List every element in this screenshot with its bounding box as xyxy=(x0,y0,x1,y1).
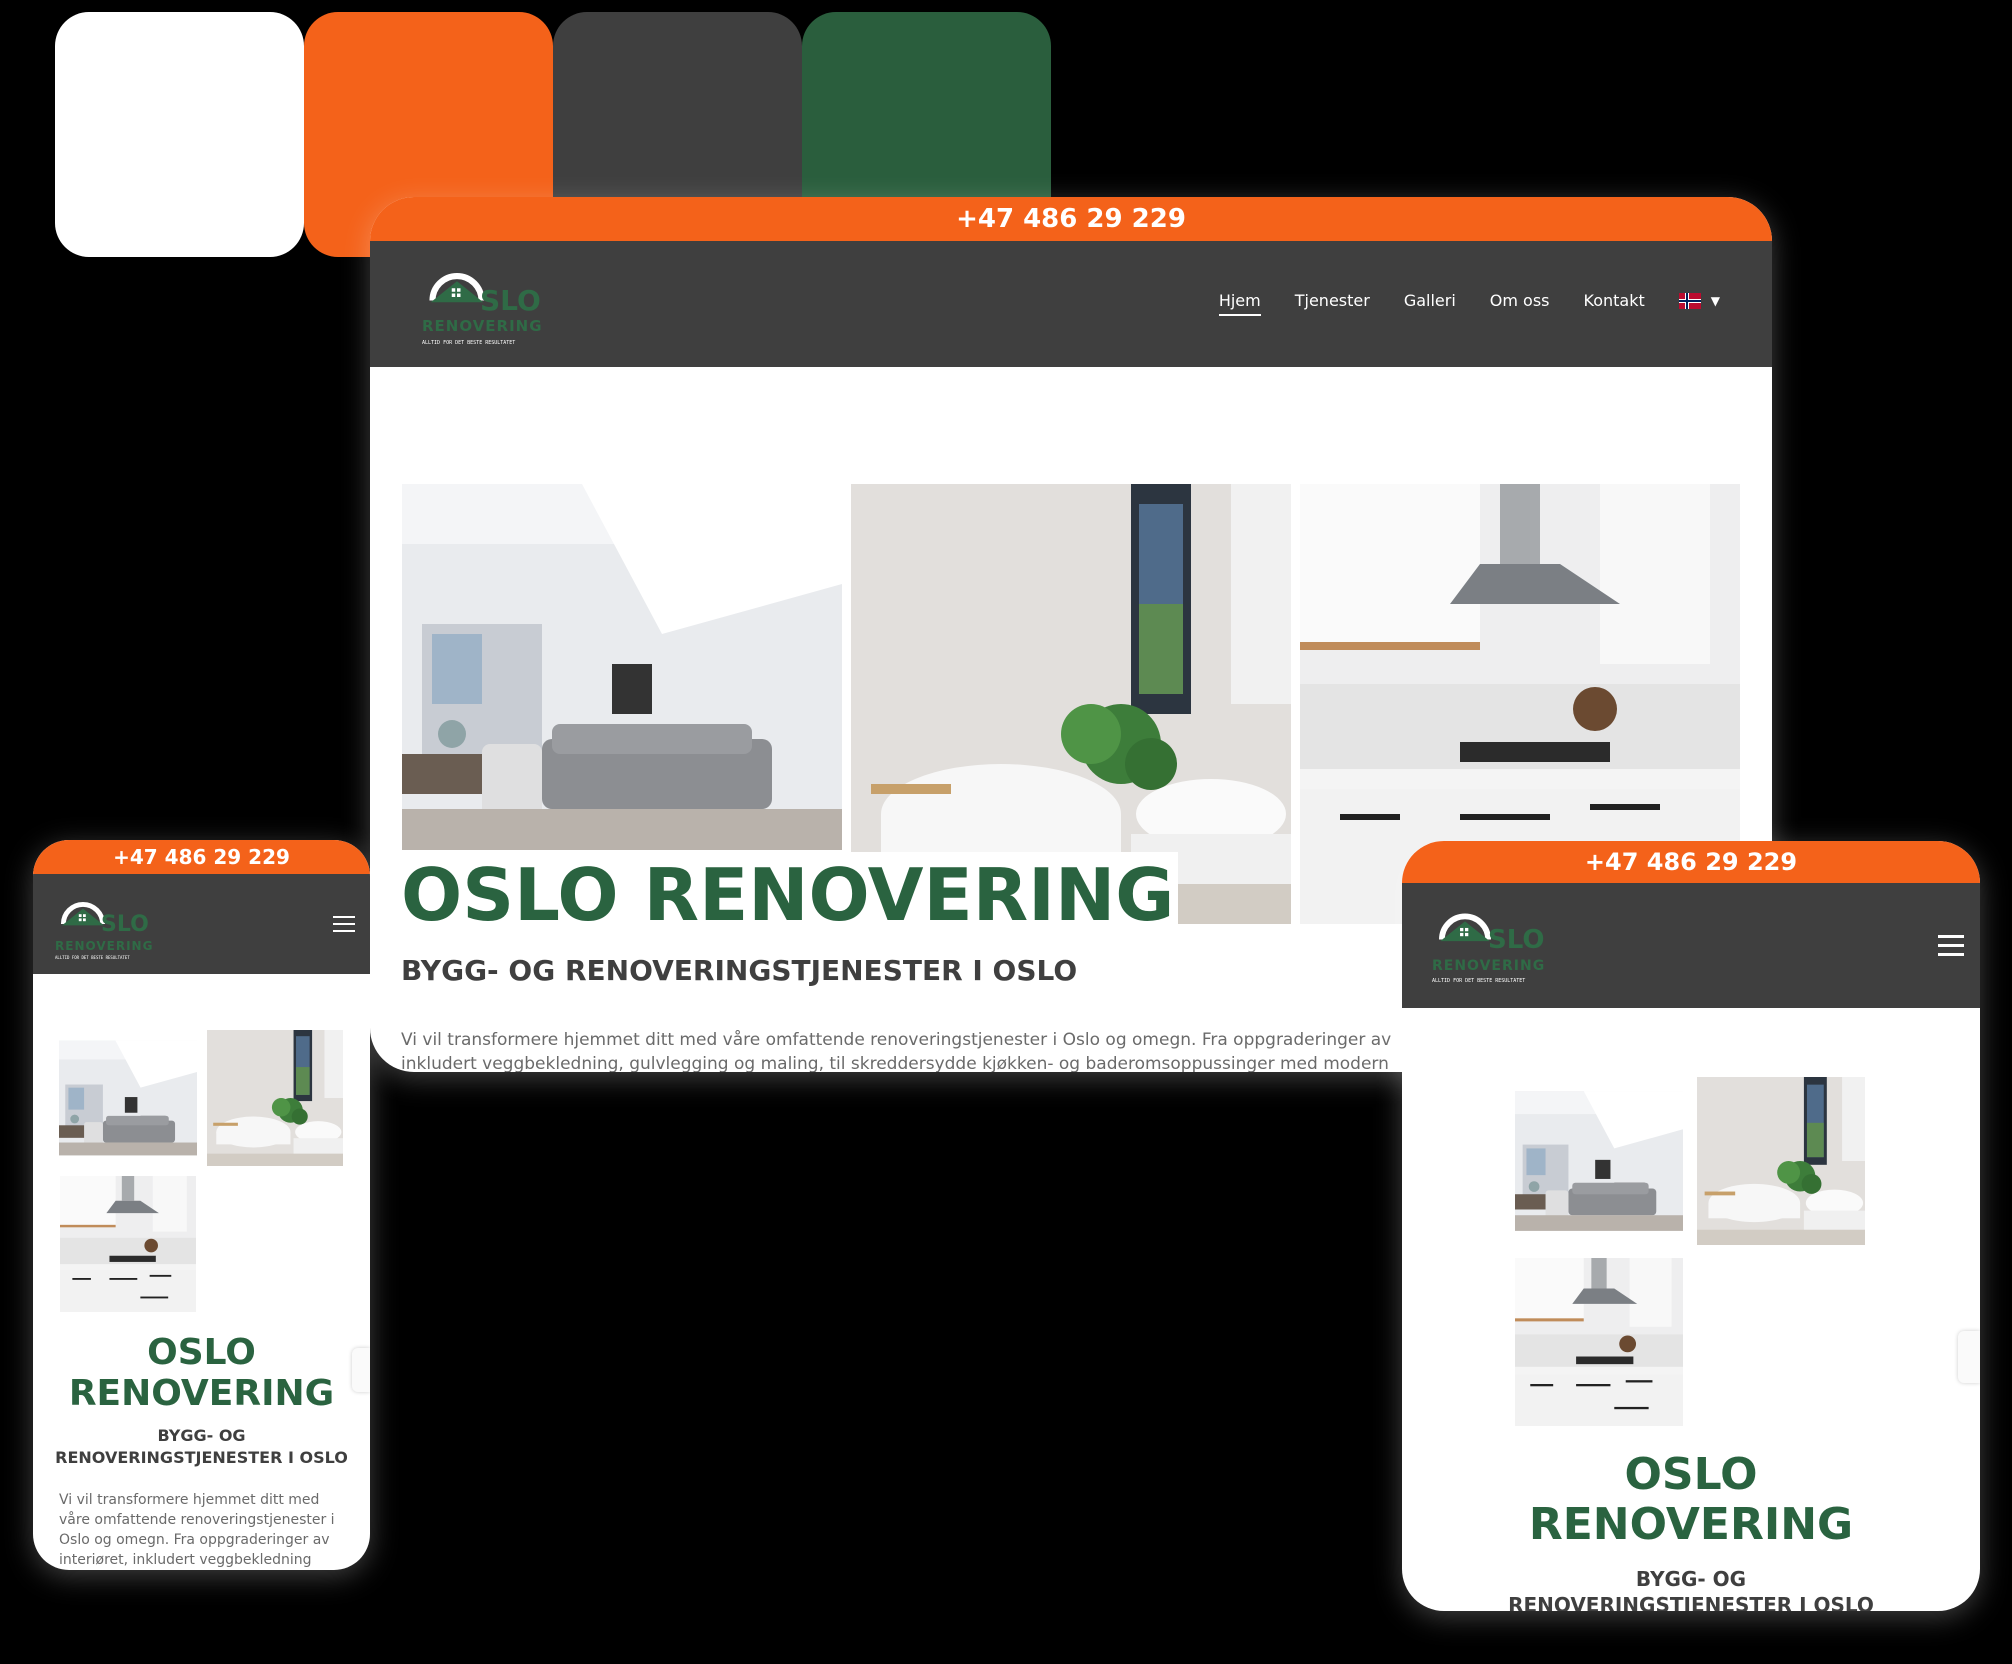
nav-tjenester[interactable]: Tjenester xyxy=(1295,291,1370,316)
gallery-image-kitchen[interactable] xyxy=(59,1176,197,1312)
phone-bar[interactable]: +47 486 29 229 xyxy=(1402,841,1980,883)
language-selector[interactable]: ▼ xyxy=(1678,292,1720,315)
gallery-image-living-room[interactable] xyxy=(401,484,843,850)
page-title-line2: RENOVERING xyxy=(1528,1499,1854,1550)
logo-sub: RENOVERING xyxy=(1432,958,1546,974)
gallery-image-kitchen[interactable] xyxy=(1515,1258,1683,1426)
menu-icon[interactable] xyxy=(1938,935,1964,956)
nav-hjem[interactable]: Hjem xyxy=(1218,291,1261,316)
logo-tagline: ALLTID FOR DET BESTE RESULTATET xyxy=(55,955,130,960)
phone-bar[interactable]: +47 486 29 229 xyxy=(33,840,370,874)
site-header: SLO RENOVERING ALLTID FOR DET BESTE RESU… xyxy=(1402,883,1980,1008)
site-logo[interactable]: SLO RENOVERING ALLTID FOR DET BESTE RESU… xyxy=(422,255,562,355)
logo-word: SLO xyxy=(480,284,541,317)
nav-kontakt[interactable]: Kontakt xyxy=(1584,291,1645,316)
site-logo[interactable]: SLO RENOVERING ALLTID FOR DET BESTE RESU… xyxy=(1432,897,1572,997)
mobile-preview-small: +47 486 29 229 SLO RENOVERING ALLTID FOR… xyxy=(33,840,370,1570)
logo-tagline: ALLTID FOR DET BESTE RESULTATET xyxy=(1432,978,1526,984)
site-header: SLO RENOVERING ALLTID FOR DET BESTE RESU… xyxy=(33,874,370,974)
tablet-preview: +47 486 29 229 SLO RENOVERING ALLTID FOR… xyxy=(1402,841,1980,1611)
intro-paragraph-line3: Oslo og omegn. Fra oppgraderinger av xyxy=(59,1532,330,1548)
gallery-image-living-room[interactable] xyxy=(1515,1077,1683,1245)
phone-number[interactable]: +47 486 29 229 xyxy=(1585,848,1797,876)
side-tab[interactable] xyxy=(352,1348,370,1392)
menu-icon[interactable] xyxy=(333,916,355,932)
page-title-line1: OSLO xyxy=(147,1332,256,1373)
page-title-line2: RENOVERING xyxy=(68,1373,335,1414)
page-subtitle-line2: RENOVERINGSTJENESTER I OSLO xyxy=(1508,1593,1874,1611)
chevron-down-icon: ▼ xyxy=(1710,293,1720,308)
intro-paragraph-line1: Vi vil transformere hjemmet ditt med xyxy=(59,1492,320,1508)
page-subtitle-line2: RENOVERINGSTJENESTER I OSLO xyxy=(55,1448,348,1467)
site-header: SLO RENOVERING ALLTID FOR DET BESTE RESU… xyxy=(370,241,1772,367)
page-subtitle-line1: BYGG- OG xyxy=(1635,1567,1747,1591)
page-title: OSLO RENOVERING xyxy=(401,853,1175,937)
norway-flag-icon xyxy=(1678,292,1701,309)
gallery-image-bathroom[interactable] xyxy=(206,1030,344,1166)
page-subtitle-line1: BYGG- OG xyxy=(157,1426,246,1445)
intro-paragraph-line2: våre omfattende renoveringstjenester i xyxy=(59,1512,335,1528)
main-nav: Hjem Tjenester Galleri Om oss Kontakt ▼ xyxy=(1218,291,1720,316)
white-swatch xyxy=(55,12,304,257)
logo-word: SLO xyxy=(1488,925,1545,955)
intro-paragraph-line2: inkludert veggbekledning, gulvlegging og… xyxy=(401,1054,1389,1072)
phone-bar[interactable]: +47 486 29 229 xyxy=(370,197,1772,241)
logo-word: SLO xyxy=(101,912,149,937)
page-subtitle: BYGG- OG RENOVERINGSTJENESTER I OSLO xyxy=(401,954,1078,987)
gallery-image-living-room[interactable] xyxy=(59,1030,197,1166)
phone-number[interactable]: +47 486 29 229 xyxy=(956,204,1186,234)
nav-galleri[interactable]: Galleri xyxy=(1404,291,1456,316)
logo-sub: RENOVERING xyxy=(55,939,154,953)
site-logo[interactable]: SLO RENOVERING ALLTID FOR DET BESTE RESU… xyxy=(55,888,175,968)
page-title-line1: OSLO xyxy=(1624,1449,1758,1500)
side-tab[interactable] xyxy=(1958,1331,1980,1383)
intro-paragraph-line1: Vi vil transformere hjemmet ditt med vår… xyxy=(401,1030,1392,1050)
logo-sub: RENOVERING xyxy=(422,317,543,335)
gallery-image-bathroom[interactable] xyxy=(1697,1077,1865,1245)
phone-number[interactable]: +47 486 29 229 xyxy=(113,845,290,869)
intro-paragraph-line4: interiøret, inkludert veggbekledning xyxy=(59,1552,312,1568)
nav-om-oss[interactable]: Om oss xyxy=(1490,291,1550,316)
logo-tagline: ALLTID FOR DET BESTE RESULTATET xyxy=(422,340,516,346)
